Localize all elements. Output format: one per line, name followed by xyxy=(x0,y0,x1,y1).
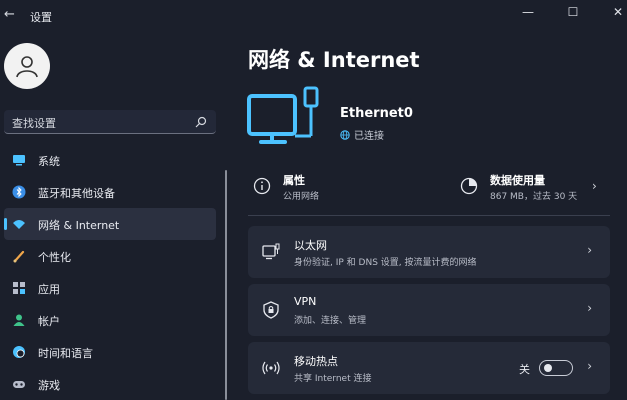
sidebar-item-time-language[interactable]: 时间和语言 xyxy=(4,336,216,368)
connection-status: 已连接 xyxy=(340,127,384,142)
vpn-card[interactable]: VPN 添加、连接、管理 › xyxy=(248,284,610,336)
user-icon xyxy=(16,56,38,78)
chevron-right-icon[interactable]: › xyxy=(587,359,592,373)
card-subtitle: 身份验证, IP 和 DNS 设置, 按流量计费的网络 xyxy=(294,258,477,268)
paintbrush-icon xyxy=(13,250,25,263)
card-subtitle: 共享 Internet 连接 xyxy=(294,374,372,384)
divider xyxy=(248,215,610,216)
sidebar-item-label: 网络 & Internet xyxy=(38,219,120,232)
hotspot-card[interactable]: 移动热点 共享 Internet 连接 关 › xyxy=(248,342,610,394)
sidebar-item-label: 游戏 xyxy=(38,379,60,392)
hotspot-toggle-label: 关 xyxy=(519,363,530,376)
connection-info-row: 属性 公用网络 数据使用量 867 MB，过去 30 天 › xyxy=(250,170,610,210)
sidebar-item-network[interactable]: 网络 & Internet xyxy=(4,208,216,240)
sidebar-item-label: 个性化 xyxy=(38,251,71,264)
gamepad-icon xyxy=(13,381,25,388)
hotspot-icon xyxy=(262,361,280,375)
back-button[interactable]: ← xyxy=(4,8,18,22)
sidebar-item-apps[interactable]: 应用 xyxy=(4,272,216,304)
sidebar-item-label: 时间和语言 xyxy=(38,347,93,360)
page-title: 网络 & Internet xyxy=(248,48,420,72)
chevron-right-icon: › xyxy=(587,243,592,257)
ethernet-monitor-icon xyxy=(247,86,319,144)
chevron-right-icon: › xyxy=(587,301,592,315)
maximize-button[interactable]: ☐ xyxy=(550,0,596,24)
properties-subtitle: 公用网络 xyxy=(283,192,320,202)
info-icon xyxy=(253,177,271,195)
app-title: 设置 xyxy=(30,11,52,24)
sidebar-item-accounts[interactable]: 帐户 xyxy=(4,304,216,336)
card-subtitle: 添加、连接、管理 xyxy=(294,316,367,326)
wifi-icon xyxy=(13,220,25,229)
sidebar-scrollbar[interactable] xyxy=(225,170,227,400)
account-icon xyxy=(13,314,25,326)
close-icon: ✕ xyxy=(612,5,624,19)
search-icon[interactable] xyxy=(194,115,208,129)
search-input[interactable]: 查找设置 xyxy=(12,115,56,131)
data-usage-subtitle: 867 MB，过去 30 天 xyxy=(490,192,578,202)
sidebar-item-label: 系统 xyxy=(38,155,60,168)
sidebar-item-personalization[interactable]: 个性化 xyxy=(4,240,216,272)
bluetooth-icon xyxy=(12,185,26,199)
globe-icon xyxy=(340,129,350,140)
card-title: 移动热点 xyxy=(294,355,338,368)
vpn-shield-icon xyxy=(263,301,279,319)
sidebar-item-system[interactable]: 系统 xyxy=(4,144,216,176)
hotspot-toggle[interactable] xyxy=(539,360,573,376)
properties-title: 属性 xyxy=(283,174,305,187)
clock-globe-icon xyxy=(13,346,25,358)
search-box[interactable]: 查找设置 xyxy=(4,110,216,134)
chevron-right-icon[interactable]: › xyxy=(592,179,597,193)
ethernet-card[interactable]: 以太网 身份验证, IP 和 DNS 设置, 按流量计费的网络 › xyxy=(248,226,610,278)
system-display-icon xyxy=(13,155,25,166)
pie-chart-icon xyxy=(460,177,478,195)
maximize-icon: ☐ xyxy=(567,5,579,19)
sidebar-item-label: 蓝牙和其他设备 xyxy=(38,187,115,200)
apps-icon xyxy=(13,282,25,294)
sidebar-item-bluetooth[interactable]: 蓝牙和其他设备 xyxy=(4,176,216,208)
minimize-button[interactable]: — xyxy=(505,0,551,24)
connection-status-text: 已连接 xyxy=(354,131,384,142)
card-title: VPN xyxy=(294,295,317,308)
connection-name: Ethernet0 xyxy=(340,106,413,121)
sidebar-item-gaming[interactable]: 游戏 xyxy=(4,368,216,400)
ethernet-monitor-icon xyxy=(262,243,280,260)
avatar[interactable] xyxy=(4,43,50,89)
minimize-icon: — xyxy=(522,5,534,19)
sidebar-item-label: 帐户 xyxy=(38,315,60,328)
card-title: 以太网 xyxy=(294,239,327,252)
sidebar-nav: 系统 蓝牙和其他设备 网络 & Internet 个性化 应用 帐户 时间和语言… xyxy=(4,144,216,400)
title-bar: ← 设置 — ☐ ✕ xyxy=(0,0,627,32)
data-usage-title: 数据使用量 xyxy=(490,174,545,187)
close-button[interactable]: ✕ xyxy=(595,0,627,24)
sidebar-item-label: 应用 xyxy=(38,283,60,296)
